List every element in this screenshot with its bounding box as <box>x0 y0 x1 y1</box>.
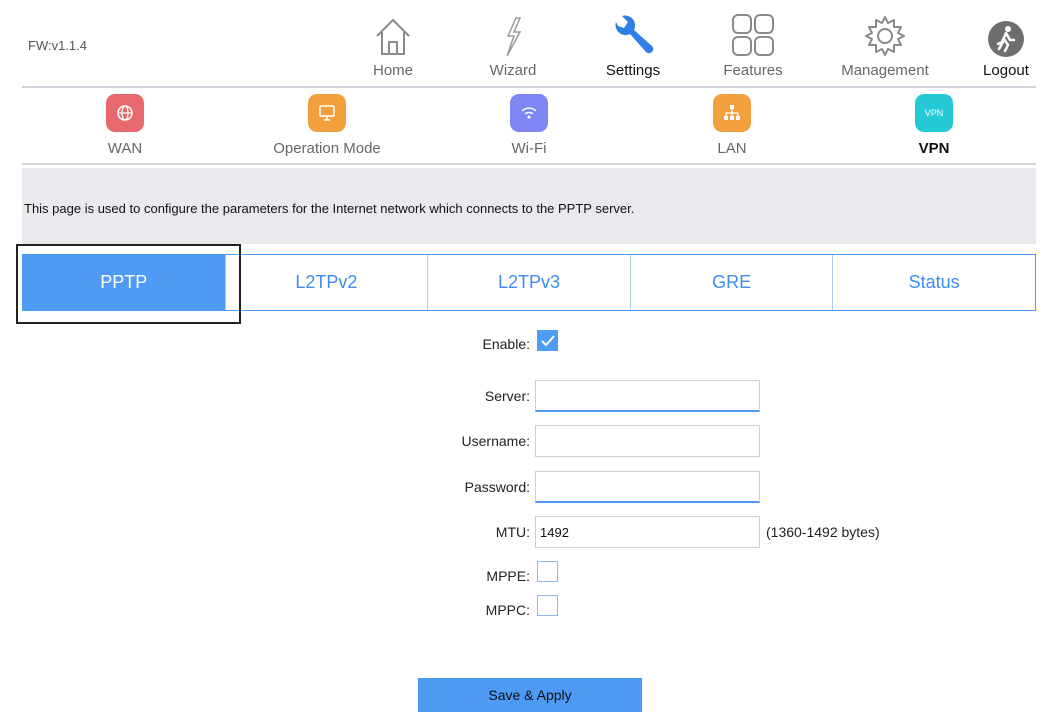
monitor-icon <box>308 94 346 132</box>
subnav-lan-label: LAN <box>717 140 747 157</box>
nav-wizard-label: Wizard <box>489 62 537 79</box>
subnav-wan-label: WAN <box>107 140 143 157</box>
mppe-checkbox[interactable] <box>537 561 558 582</box>
subnav-divider <box>22 163 1036 165</box>
tab-l2tpv3[interactable]: L2TPv3 <box>427 255 630 310</box>
mppc-row: MPPC: <box>0 594 1058 628</box>
server-label: Server: <box>484 388 530 404</box>
checkmark-icon <box>540 334 555 346</box>
sub-navigation: WAN Operation Mode Wi-Fi LAN VPN VPN <box>0 92 1058 164</box>
subnav-wifi[interactable]: Wi-Fi <box>449 92 609 157</box>
lan-icon <box>713 94 751 132</box>
password-label: Password: <box>464 479 530 495</box>
router-settings-page: FW:v1.1.4 Home Wizard Settings Features … <box>0 0 1058 728</box>
mtu-row: MTU: (1360-1492 bytes) <box>0 516 1058 550</box>
save-apply-button[interactable]: Save & Apply <box>418 678 642 712</box>
nav-settings-label: Settings <box>605 62 661 79</box>
mtu-range-hint: (1360-1492 bytes) <box>766 524 880 540</box>
mtu-label: MTU: <box>495 524 530 540</box>
nav-management-label: Management <box>841 62 929 79</box>
server-input[interactable] <box>535 380 760 412</box>
subnav-wan[interactable]: WAN <box>45 92 205 157</box>
wifi-icon <box>510 94 548 132</box>
logout-icon <box>988 21 1024 57</box>
username-input[interactable] <box>535 425 760 457</box>
nav-wizard[interactable]: Wizard <box>458 8 568 79</box>
subnav-lan[interactable]: LAN <box>652 92 812 157</box>
subnav-vpn-label: VPN <box>918 140 950 157</box>
top-navigation: Home Wizard Settings Features Management… <box>0 8 1058 88</box>
nav-features[interactable]: Features <box>698 8 808 79</box>
wand-icon <box>506 17 522 57</box>
tab-l2tpv2[interactable]: L2TPv2 <box>224 255 428 310</box>
tab-gre[interactable]: GRE <box>629 255 833 310</box>
nav-logout-label: Logout <box>983 62 1029 79</box>
enable-label: Enable: <box>482 336 530 352</box>
username-row: Username: <box>0 425 1058 459</box>
home-icon <box>376 18 410 55</box>
subnav-operation-mode[interactable]: Operation Mode <box>247 92 407 157</box>
enable-row: Enable: <box>0 328 1058 362</box>
mppe-row: MPPE: <box>0 560 1058 594</box>
server-row: Server: <box>0 380 1058 414</box>
gear-icon <box>865 16 905 56</box>
tab-pptp[interactable]: PPTP <box>23 255 225 310</box>
globe-icon <box>106 94 144 132</box>
subnav-operation-mode-label: Operation Mode <box>273 140 381 157</box>
enable-checkbox[interactable] <box>537 330 558 351</box>
subnav-vpn[interactable]: VPN VPN <box>854 92 1014 157</box>
nav-management[interactable]: Management <box>830 8 940 79</box>
mppc-checkbox[interactable] <box>537 595 558 616</box>
nav-logout[interactable]: Logout <box>951 8 1058 79</box>
nav-features-label: Features <box>723 62 783 79</box>
mppc-label: MPPC: <box>485 602 530 618</box>
vpn-tab-bar: PPTP L2TPv2 L2TPv3 GRE Status <box>22 254 1036 311</box>
nav-home[interactable]: Home <box>338 8 448 79</box>
vpn-badge-text: VPN <box>924 108 944 118</box>
page-description: This page is used to configure the param… <box>22 168 1036 244</box>
mtu-input[interactable] <box>535 516 760 548</box>
grid-icon <box>732 14 774 56</box>
mppe-label: MPPE: <box>486 568 530 584</box>
header-divider <box>22 86 1036 88</box>
subnav-wifi-label: Wi-Fi <box>511 140 547 157</box>
tab-status[interactable]: Status <box>832 255 1035 310</box>
password-input[interactable] <box>535 471 760 503</box>
password-row: Password: <box>0 471 1058 505</box>
vpn-icon: VPN <box>915 94 953 132</box>
username-label: Username: <box>461 433 530 449</box>
nav-home-label: Home <box>372 62 413 79</box>
wrench-icon <box>615 15 654 54</box>
nav-settings[interactable]: Settings <box>578 8 688 79</box>
